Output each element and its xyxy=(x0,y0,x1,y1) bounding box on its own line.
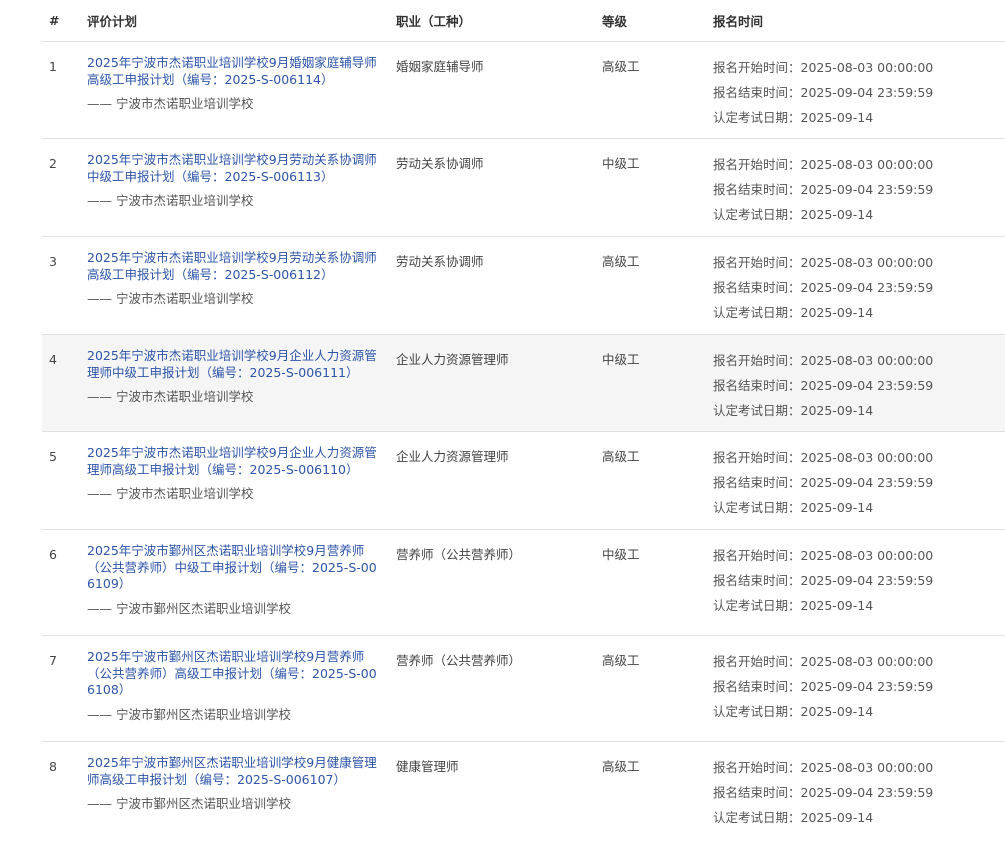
header-level: 等级 xyxy=(602,14,628,29)
table-row: 3 2025年宁波市杰诺职业培训学校9月劳动关系协调师高级工申报计划（编号：20… xyxy=(42,237,1005,335)
time-cell: 报名开始时间：2025-08-03 00:00:00 报名结束时间：2025-0… xyxy=(713,530,1005,635)
signup-start: 报名开始时间：2025-08-03 00:00:00 xyxy=(713,60,934,75)
signup-start: 报名开始时间：2025-08-03 00:00:00 xyxy=(713,654,934,669)
job-cell: 营养师（公共营养师） xyxy=(396,653,522,668)
row-num: 2 xyxy=(49,156,57,171)
exam-date: 认定考试日期：2025-09-14 xyxy=(713,305,874,320)
plan-table: # 评价计划 职业（工种） 等级 报名时间 1 2025年宁波市杰诺职业培训学校… xyxy=(42,0,1005,842)
level-cell: 高级工 xyxy=(602,59,640,74)
time-cell: 报名开始时间：2025-08-03 00:00:00 报名结束时间：2025-0… xyxy=(713,432,1005,529)
signup-start: 报名开始时间：2025-08-03 00:00:00 xyxy=(713,157,934,172)
signup-start: 报名开始时间：2025-08-03 00:00:00 xyxy=(713,255,934,270)
plan-org: —— 宁波市鄞州区杰诺职业培训学校 xyxy=(87,600,291,616)
header-plan: 评价计划 xyxy=(87,14,138,29)
job-cell: 健康管理师 xyxy=(396,759,459,774)
signup-end: 报名结束时间：2025-09-04 23:59:59 xyxy=(713,573,934,588)
plan-cell: 2025年宁波市杰诺职业培训学校9月劳动关系协调师高级工申报计划（编号：2025… xyxy=(87,237,396,334)
time-cell: 报名开始时间：2025-08-03 00:00:00 报名结束时间：2025-0… xyxy=(713,139,1005,236)
plan-cell: 2025年宁波市杰诺职业培训学校9月企业人力资源管理师高级工申报计划（编号：20… xyxy=(87,432,396,529)
table-row: 8 2025年宁波市鄞州区杰诺职业培训学校9月健康管理师高级工申报计划（编号：2… xyxy=(42,742,1005,842)
level-cell: 中级工 xyxy=(602,547,640,562)
table-row: 2 2025年宁波市杰诺职业培训学校9月劳动关系协调师中级工申报计划（编号：20… xyxy=(42,139,1005,237)
plan-cell: 2025年宁波市杰诺职业培训学校9月企业人力资源管理师中级工申报计划（编号：20… xyxy=(87,335,396,431)
exam-date: 认定考试日期：2025-09-14 xyxy=(713,207,874,222)
plan-org: —— 宁波市鄞州区杰诺职业培训学校 xyxy=(87,706,291,722)
row-num: 7 xyxy=(49,653,57,668)
exam-date: 认定考试日期：2025-09-14 xyxy=(713,110,874,125)
signup-start: 报名开始时间：2025-08-03 00:00:00 xyxy=(713,760,934,775)
plan-link[interactable]: 2025年宁波市杰诺职业培训学校9月婚姻家庭辅导师高级工申报计划（编号：2025… xyxy=(87,55,382,88)
plan-cell: 2025年宁波市鄞州区杰诺职业培训学校9月健康管理师高级工申报计划（编号：202… xyxy=(87,742,396,842)
plan-link[interactable]: 2025年宁波市鄞州区杰诺职业培训学校9月营养师（公共营养师）中级工申报计划（编… xyxy=(87,543,382,593)
row-num: 5 xyxy=(49,449,57,464)
level-cell: 中级工 xyxy=(602,156,640,171)
plan-link[interactable]: 2025年宁波市杰诺职业培训学校9月劳动关系协调师中级工申报计划（编号：2025… xyxy=(87,152,382,185)
signup-end: 报名结束时间：2025-09-04 23:59:59 xyxy=(713,785,934,800)
table-header: # 评价计划 职业（工种） 等级 报名时间 xyxy=(42,0,1005,42)
row-num: 3 xyxy=(49,254,57,269)
exam-date: 认定考试日期：2025-09-14 xyxy=(713,403,874,418)
plan-org: —— 宁波市杰诺职业培训学校 xyxy=(87,389,254,404)
plan-link[interactable]: 2025年宁波市杰诺职业培训学校9月企业人力资源管理师中级工申报计划（编号：20… xyxy=(87,348,382,381)
plan-cell: 2025年宁波市鄞州区杰诺职业培训学校9月营养师（公共营养师）高级工申报计划（编… xyxy=(87,636,396,741)
signup-start: 报名开始时间：2025-08-03 00:00:00 xyxy=(713,450,934,465)
plan-cell: 2025年宁波市杰诺职业培训学校9月婚姻家庭辅导师高级工申报计划（编号：2025… xyxy=(87,42,396,138)
job-cell: 婚姻家庭辅导师 xyxy=(396,59,484,74)
plan-org: —— 宁波市鄞州区杰诺职业培训学校 xyxy=(87,796,291,811)
job-cell: 劳动关系协调师 xyxy=(396,254,484,269)
plan-link[interactable]: 2025年宁波市杰诺职业培训学校9月企业人力资源管理师高级工申报计划（编号：20… xyxy=(87,445,382,478)
row-num: 8 xyxy=(49,759,57,774)
table-row: 4 2025年宁波市杰诺职业培训学校9月企业人力资源管理师中级工申报计划（编号：… xyxy=(42,335,1005,432)
row-num: 4 xyxy=(49,352,57,367)
time-cell: 报名开始时间：2025-08-03 00:00:00 报名结束时间：2025-0… xyxy=(713,42,1005,138)
table-row: 5 2025年宁波市杰诺职业培训学校9月企业人力资源管理师高级工申报计划（编号：… xyxy=(42,432,1005,530)
table-row: 1 2025年宁波市杰诺职业培训学校9月婚姻家庭辅导师高级工申报计划（编号：20… xyxy=(42,42,1005,139)
plan-cell: 2025年宁波市杰诺职业培训学校9月劳动关系协调师中级工申报计划（编号：2025… xyxy=(87,139,396,236)
signup-start: 报名开始时间：2025-08-03 00:00:00 xyxy=(713,353,934,368)
plan-org: —— 宁波市杰诺职业培训学校 xyxy=(87,193,254,208)
table-row: 6 2025年宁波市鄞州区杰诺职业培训学校9月营养师（公共营养师）中级工申报计划… xyxy=(42,530,1005,636)
signup-start: 报名开始时间：2025-08-03 00:00:00 xyxy=(713,548,934,563)
plan-org: —— 宁波市杰诺职业培训学校 xyxy=(87,96,254,111)
job-cell: 营养师（公共营养师） xyxy=(396,547,522,562)
signup-end: 报名结束时间：2025-09-04 23:59:59 xyxy=(713,378,934,393)
job-cell: 企业人力资源管理师 xyxy=(396,449,509,464)
level-cell: 高级工 xyxy=(602,759,640,774)
plan-link[interactable]: 2025年宁波市鄞州区杰诺职业培训学校9月健康管理师高级工申报计划（编号：202… xyxy=(87,755,382,788)
time-cell: 报名开始时间：2025-08-03 00:00:00 报名结束时间：2025-0… xyxy=(713,742,1005,842)
signup-end: 报名结束时间：2025-09-04 23:59:59 xyxy=(713,280,934,295)
job-cell: 企业人力资源管理师 xyxy=(396,352,509,367)
plan-org: —— 宁波市杰诺职业培训学校 xyxy=(87,291,254,306)
plan-link[interactable]: 2025年宁波市鄞州区杰诺职业培训学校9月营养师（公共营养师）高级工申报计划（编… xyxy=(87,649,382,699)
level-cell: 高级工 xyxy=(602,254,640,269)
header-job: 职业（工种） xyxy=(396,14,472,29)
header-time: 报名时间 xyxy=(713,14,764,29)
plan-link[interactable]: 2025年宁波市杰诺职业培训学校9月劳动关系协调师高级工申报计划（编号：2025… xyxy=(87,250,382,283)
exam-date: 认定考试日期：2025-09-14 xyxy=(713,500,874,515)
signup-end: 报名结束时间：2025-09-04 23:59:59 xyxy=(713,679,934,694)
header-num: # xyxy=(49,13,60,28)
row-num: 1 xyxy=(49,59,57,74)
time-cell: 报名开始时间：2025-08-03 00:00:00 报名结束时间：2025-0… xyxy=(713,237,1005,334)
exam-date: 认定考试日期：2025-09-14 xyxy=(713,704,874,719)
level-cell: 高级工 xyxy=(602,653,640,668)
time-cell: 报名开始时间：2025-08-03 00:00:00 报名结束时间：2025-0… xyxy=(713,636,1005,741)
exam-date: 认定考试日期：2025-09-14 xyxy=(713,598,874,613)
exam-date: 认定考试日期：2025-09-14 xyxy=(713,810,874,825)
signup-end: 报名结束时间：2025-09-04 23:59:59 xyxy=(713,85,934,100)
job-cell: 劳动关系协调师 xyxy=(396,156,484,171)
time-cell: 报名开始时间：2025-08-03 00:00:00 报名结束时间：2025-0… xyxy=(713,335,1005,431)
plan-cell: 2025年宁波市鄞州区杰诺职业培训学校9月营养师（公共营养师）中级工申报计划（编… xyxy=(87,530,396,635)
level-cell: 中级工 xyxy=(602,352,640,367)
row-num: 6 xyxy=(49,547,57,562)
signup-end: 报名结束时间：2025-09-04 23:59:59 xyxy=(713,182,934,197)
signup-end: 报名结束时间：2025-09-04 23:59:59 xyxy=(713,475,934,490)
level-cell: 高级工 xyxy=(602,449,640,464)
table-row: 7 2025年宁波市鄞州区杰诺职业培训学校9月营养师（公共营养师）高级工申报计划… xyxy=(42,636,1005,742)
plan-org: —— 宁波市杰诺职业培训学校 xyxy=(87,486,254,501)
